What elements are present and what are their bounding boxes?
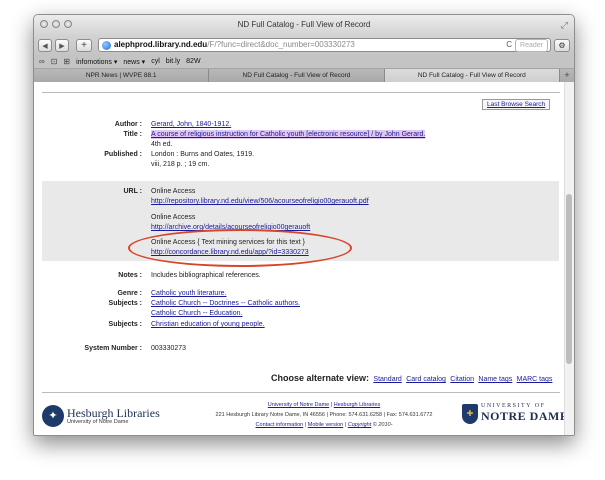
address-bar[interactable]: alephprod.library.nd.edu /F/?func=direct… (98, 38, 551, 52)
globe-icon (102, 40, 111, 50)
browser-toolbar: ◀ ▶ + alephprod.library.nd.edu /F/?func=… (34, 35, 574, 55)
nd-name: NOTRE DAME (481, 409, 569, 423)
bookmarks-bar: ∞ ⊡ ⊞ infomotions ▾ news ▾ cyl bit.ly 82… (34, 55, 574, 69)
reading-list-icon[interactable]: ∞ (39, 57, 45, 66)
tab-npr-news[interactable]: NPR News | WVPE 88.1 (34, 69, 210, 82)
notes: Includes bibliographical references. (151, 272, 261, 279)
genre-link[interactable]: Catholic youth literature. (151, 289, 556, 298)
subjects-label: Subjects : (108, 321, 142, 328)
title-link[interactable]: A course of religious instruction for Ca… (151, 130, 426, 139)
copyright-link[interactable]: Copyright (348, 422, 372, 428)
alternate-view-label: Choose alternate view: (271, 373, 370, 383)
url-path: /F/?func=direct&doc_number=003330273 (207, 40, 355, 49)
view-standard-link[interactable]: Standard (373, 376, 401, 383)
hesburgh-emblem-icon: ✦ (42, 405, 64, 427)
notes-label: Notes : (118, 272, 142, 279)
online-access-label: Online Access (151, 188, 196, 195)
bookmark-item[interactable]: news ▾ (123, 58, 145, 66)
forward-button[interactable]: ▶ (55, 38, 69, 52)
title-bar: ND Full Catalog - Full View of Record ⤢ (34, 15, 574, 35)
hesburgh-logo[interactable]: ✦ Hesburgh Libraries University of Notre… (42, 405, 160, 427)
view-name-tags-link[interactable]: Name tags (478, 376, 512, 383)
bookmarks-book-icon[interactable]: ⊡ (51, 57, 58, 66)
highlight-oval (128, 229, 352, 267)
tab-bar: NPR News | WVPE 88.1 ND Full Catalog - F… (34, 69, 574, 83)
hesburgh-name: Hesburgh Libraries (67, 406, 160, 420)
alternate-view-bar: Choose alternate view: Standard Card cat… (271, 373, 552, 383)
genre-label: Genre : (117, 290, 142, 297)
notre-dame-shield-icon: ✚ (462, 403, 478, 424)
bookmark-item[interactable]: 82W (186, 58, 200, 65)
footer-address: 221 Hesburgh Library Notre Dame, IN 4655… (215, 412, 433, 418)
new-tab-button[interactable]: + (559, 69, 574, 82)
divider (42, 392, 560, 393)
subject-link[interactable]: Catholic Church -- Education. (151, 309, 556, 318)
page-content: Last Browse Search Author : Gerard, John… (34, 82, 574, 435)
subject-link[interactable]: Catholic Church -- Doctrines -- Catholic… (151, 299, 556, 308)
vertical-scrollbar[interactable] (564, 82, 574, 435)
fullscreen-icon[interactable]: ⤢ (561, 19, 568, 31)
view-card-catalog-link[interactable]: Card catalog (406, 376, 446, 383)
window-controls (40, 20, 72, 28)
online-access-link[interactable]: http://repository.library.nd.edu/view/50… (151, 197, 556, 206)
online-access-label: Online Access (151, 214, 196, 221)
view-marc-tags-link[interactable]: MARC tags (517, 376, 553, 383)
published: London : Burns and Oates, 1919. (151, 151, 255, 158)
mobile-version-link[interactable]: Mobile version (308, 422, 343, 428)
close-window-button[interactable] (40, 20, 48, 28)
hesburgh-libraries-link[interactable]: Hesburgh Libraries (334, 402, 380, 408)
description: viii, 218 p. ; 19 cm. (151, 161, 210, 168)
notre-dame-logo[interactable]: ✚ UNIVERSITY OF NOTRE DAME (462, 403, 568, 424)
browser-window: ND Full Catalog - Full View of Record ⤢ … (33, 14, 575, 436)
tab-nd-catalog-2[interactable]: ND Full Catalog - Full View of Record (384, 69, 560, 82)
tab-nd-catalog-1[interactable]: ND Full Catalog - Full View of Record (209, 69, 385, 82)
subjects-label: Subjects : (108, 300, 142, 307)
scrollbar-thumb[interactable] (566, 194, 572, 364)
author-label: Author : (114, 121, 142, 128)
system-number: 003330273 (151, 345, 187, 352)
record-details: Author : Gerard, John, 1840-1912. Title … (34, 82, 564, 372)
back-button[interactable]: ◀ (38, 38, 52, 52)
settings-button[interactable]: ⚙ (554, 38, 570, 52)
published-label: Published : (104, 151, 142, 158)
bookmark-item[interactable]: infomotions ▾ (76, 58, 117, 66)
bookmark-item[interactable]: bit.ly (166, 58, 180, 65)
title-label: Title : (123, 131, 142, 138)
author-link[interactable]: Gerard, John, 1840-1912. (151, 120, 556, 129)
notre-dame-link[interactable]: University of Notre Dame (268, 402, 329, 408)
system-number-label: System Number : (84, 345, 142, 352)
url-host: alephprod.library.nd.edu (114, 40, 208, 49)
view-citation-link[interactable]: Citation (450, 376, 474, 383)
window-title: ND Full Catalog - Full View of Record (237, 20, 371, 29)
reader-button[interactable]: Reader (515, 38, 548, 52)
reload-icon[interactable]: C (506, 38, 512, 52)
contact-information-link[interactable]: Contact information (256, 422, 304, 428)
minimize-window-button[interactable] (52, 20, 60, 28)
add-bookmark-button[interactable]: + (76, 38, 92, 52)
bookmark-item[interactable]: cyl (151, 58, 160, 65)
edition: 4th ed. (151, 141, 173, 148)
copyright-year: © 2010- (371, 422, 393, 428)
subject-link[interactable]: Christian education of young people. (151, 320, 556, 329)
top-sites-grid-icon[interactable]: ⊞ (63, 57, 70, 66)
url-label: URL : (123, 188, 142, 195)
zoom-window-button[interactable] (64, 20, 72, 28)
footer-info: University of Notre Dame | Hesburgh Libr… (194, 400, 454, 430)
